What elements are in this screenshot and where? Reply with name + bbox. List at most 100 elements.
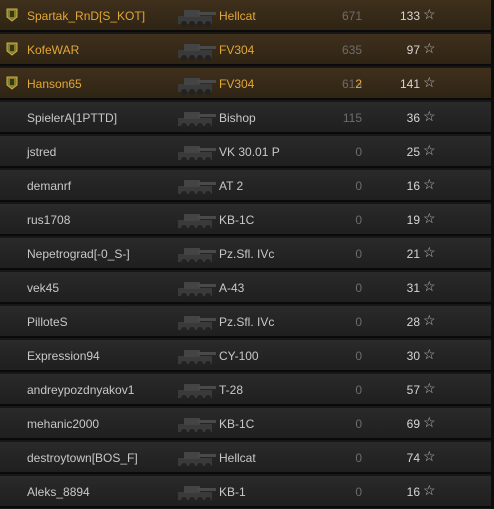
xp-value: 21: [406, 247, 420, 261]
tank-silhouette-icon: [178, 146, 216, 163]
player-row[interactable]: Aleks_8894 KB-1 0 16 ☆: [0, 476, 494, 508]
tank-silhouette-icon: [178, 486, 216, 503]
damage-value: 671: [341, 9, 362, 23]
tank-name: Hellcat: [219, 9, 256, 23]
damage-value: 0: [355, 349, 362, 363]
star-icon: ☆: [423, 210, 436, 226]
tank-silhouette-icon: [178, 384, 216, 401]
xp-value: 97: [406, 43, 420, 57]
star-icon: ☆: [423, 380, 436, 396]
star-icon: ☆: [423, 312, 436, 328]
star-icon: ☆: [423, 176, 436, 192]
player-row[interactable]: destroytown[BOS_F] Hellcat 0 74 ☆: [0, 442, 494, 474]
xp-value: 19: [406, 213, 420, 227]
star-icon: ☆: [423, 482, 436, 498]
tank-silhouette-icon: [178, 248, 216, 265]
player-name: Hanson65: [27, 77, 82, 91]
player-name: jstred: [27, 145, 57, 159]
tank-name: KB-1C: [219, 417, 255, 431]
star-icon: ☆: [423, 346, 436, 362]
squad-badge-icon: [6, 76, 18, 90]
player-name: KofeWAR: [27, 43, 80, 57]
tank-silhouette-icon: [178, 350, 216, 367]
player-name: Nepetrograd[-0_S-]: [27, 247, 130, 261]
xp-value: 69: [406, 417, 420, 431]
damage-value: 0: [355, 179, 362, 193]
xp-value: 16: [406, 485, 420, 499]
player-row[interactable]: Spartak_RnD[S_KOT] Hellcat 671 133 ☆: [0, 0, 494, 32]
star-icon: ☆: [423, 40, 436, 56]
player-name: Expression94: [27, 349, 100, 363]
player-row[interactable]: Hanson65 FV304 613 2 141 ☆: [0, 68, 494, 100]
tank-name: KB-1C: [219, 213, 255, 227]
star-icon: ☆: [423, 74, 436, 90]
player-row[interactable]: vek45 A-43 0 31 ☆: [0, 272, 494, 304]
player-name: mehanic2000: [27, 417, 100, 431]
tank-name: FV304: [219, 77, 255, 91]
player-row[interactable]: mehanic2000 KB-1C 0 69 ☆: [0, 408, 494, 440]
tank-silhouette-icon: [178, 78, 216, 95]
tank-name: Bishop: [219, 111, 256, 125]
player-name: PilloteS: [27, 315, 68, 329]
star-icon: ☆: [423, 108, 436, 124]
tank-name: FV304: [219, 43, 255, 57]
tank-silhouette-icon: [178, 44, 216, 61]
player-row[interactable]: demanrf AT 2 0 16 ☆: [0, 170, 494, 202]
tank-silhouette-icon: [178, 112, 216, 129]
damage-value: 115: [342, 111, 362, 125]
tank-silhouette-icon: [178, 452, 216, 469]
star-icon: ☆: [423, 6, 436, 22]
xp-value: 74: [406, 451, 420, 465]
tank-silhouette-icon: [178, 418, 216, 435]
tank-name: Pz.Sfl. IVc: [219, 315, 275, 329]
tank-name: KB-1: [219, 485, 246, 499]
xp-value: 31: [406, 281, 420, 295]
player-name: demanrf: [27, 179, 72, 193]
player-name: Spartak_RnD[S_KOT]: [27, 9, 146, 23]
tank-silhouette-icon: [178, 316, 216, 333]
player-name: Aleks_8894: [27, 485, 90, 499]
damage-value: 635: [341, 43, 362, 57]
team-scoreboard: Spartak_RnD[S_KOT] Hellcat 671 133 ☆ Kof…: [0, 0, 494, 509]
player-row[interactable]: rus1708 KB-1C 0 19 ☆: [0, 204, 494, 236]
tank-name: A-43: [219, 281, 245, 295]
star-icon: ☆: [423, 278, 436, 294]
damage-value: 0: [355, 383, 362, 397]
player-name: destroytown[BOS_F]: [27, 451, 138, 465]
player-name: rus1708: [27, 213, 71, 227]
player-name: andreypozdnyakov1: [27, 383, 135, 397]
tank-name: Pz.Sfl. IVc: [219, 247, 275, 261]
xp-value: 133: [399, 9, 420, 23]
squad-badge-icon: [6, 8, 18, 22]
player-row[interactable]: andreypozdnyakov1 T-28 0 57 ☆: [0, 374, 494, 406]
tank-name: CY-100: [219, 349, 259, 363]
xp-value: 141: [399, 77, 420, 91]
player-row[interactable]: KofeWAR FV304 635 97 ☆: [0, 34, 494, 66]
xp-value: 16: [406, 179, 420, 193]
damage-value: 0: [355, 247, 362, 261]
star-icon: ☆: [423, 414, 436, 430]
xp-value: 57: [406, 383, 420, 397]
tank-silhouette-icon: [178, 10, 216, 27]
player-row[interactable]: Expression94 CY-100 0 30 ☆: [0, 340, 494, 372]
player-name: SpielerA[1PTTD]: [27, 111, 118, 125]
xp-value: 30: [406, 349, 420, 363]
player-row[interactable]: Nepetrograd[-0_S-] Pz.Sfl. IVc 0 21 ☆: [0, 238, 494, 270]
xp-value: 25: [406, 145, 420, 159]
kills-value: 2: [355, 77, 362, 91]
damage-value: 0: [355, 145, 362, 159]
squad-badge-icon: [6, 42, 18, 56]
player-row[interactable]: jstred VK 30.01 P 0 25 ☆: [0, 136, 494, 168]
star-icon: ☆: [423, 142, 436, 158]
damage-value: 0: [355, 281, 362, 295]
tank-name: AT 2: [219, 179, 244, 193]
xp-value: 28: [406, 315, 420, 329]
star-icon: ☆: [423, 244, 436, 260]
damage-value: 0: [355, 417, 362, 431]
damage-value: 0: [355, 451, 362, 465]
xp-value: 36: [406, 111, 420, 125]
player-row[interactable]: SpielerA[1PTTD] Bishop 115 36 ☆: [0, 102, 494, 134]
player-row[interactable]: PilloteS Pz.Sfl. IVc 0 28 ☆: [0, 306, 494, 338]
tank-name: VK 30.01 P: [219, 145, 280, 159]
damage-value: 0: [355, 213, 362, 227]
